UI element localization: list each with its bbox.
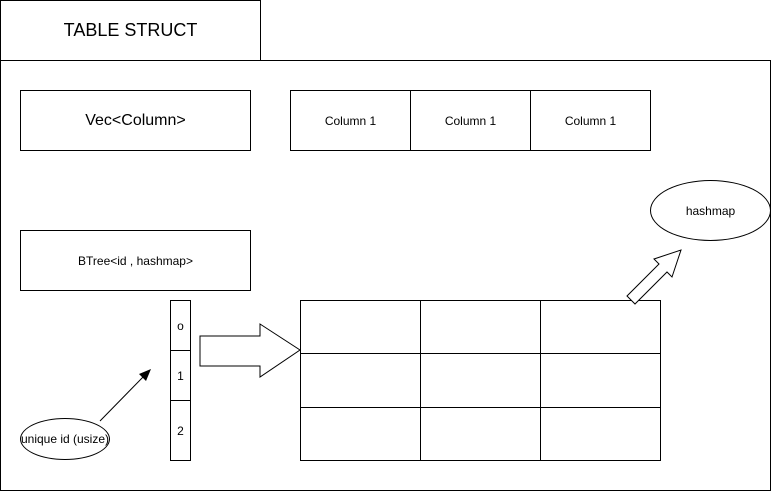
arrows-layer xyxy=(99,249,682,422)
unique-id-label: unique id (usize) xyxy=(20,432,110,446)
unique-id-ellipse: unique id (usize) xyxy=(20,418,110,460)
hashmap-label: hashmap xyxy=(685,203,736,218)
block-arrow-right xyxy=(199,323,301,378)
block-arrow-diagonal xyxy=(626,249,682,305)
thin-arrow-line xyxy=(99,374,146,422)
hashmap-ellipse: hashmap xyxy=(650,180,771,241)
